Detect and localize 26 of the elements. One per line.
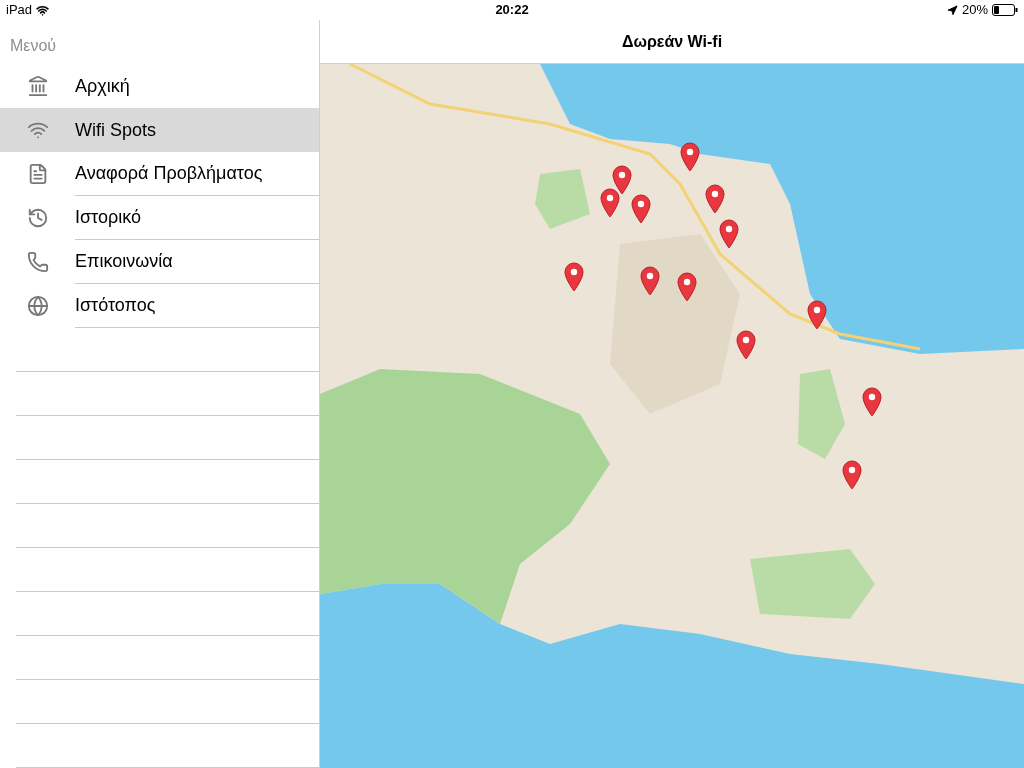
map-pin-icon[interactable] <box>631 194 651 224</box>
map-pin-icon[interactable] <box>807 300 827 330</box>
map-pin-icon[interactable] <box>736 330 756 360</box>
map-pin-icon[interactable] <box>862 387 882 417</box>
clock: 20:22 <box>495 1 529 20</box>
battery-percent: 20% <box>961 1 988 20</box>
map-pin-icon[interactable] <box>564 262 584 292</box>
history-icon <box>26 207 49 229</box>
map-pin-icon[interactable] <box>680 142 700 172</box>
bank-icon <box>26 75 49 97</box>
map-pin-icon[interactable] <box>612 165 632 195</box>
location-icon <box>946 4 958 16</box>
map-pin-icon[interactable] <box>719 219 739 249</box>
globe-icon <box>26 295 49 317</box>
battery-icon <box>992 4 1018 16</box>
page-title: Δωρεάν Wi-fi <box>621 31 723 52</box>
map-pin-icon[interactable] <box>842 460 862 490</box>
map-pin-icon[interactable] <box>705 184 725 214</box>
menu-title: Μενού <box>10 36 57 56</box>
map-pin-icon[interactable] <box>600 188 620 218</box>
map-pin-icon[interactable] <box>640 266 660 296</box>
phone-icon <box>26 251 49 273</box>
device-name: iPad <box>6 1 33 20</box>
menu-item[interactable]: Wifi Spots <box>0 108 319 152</box>
wifi-icon <box>36 3 50 17</box>
map-pin-icon[interactable] <box>677 272 697 302</box>
